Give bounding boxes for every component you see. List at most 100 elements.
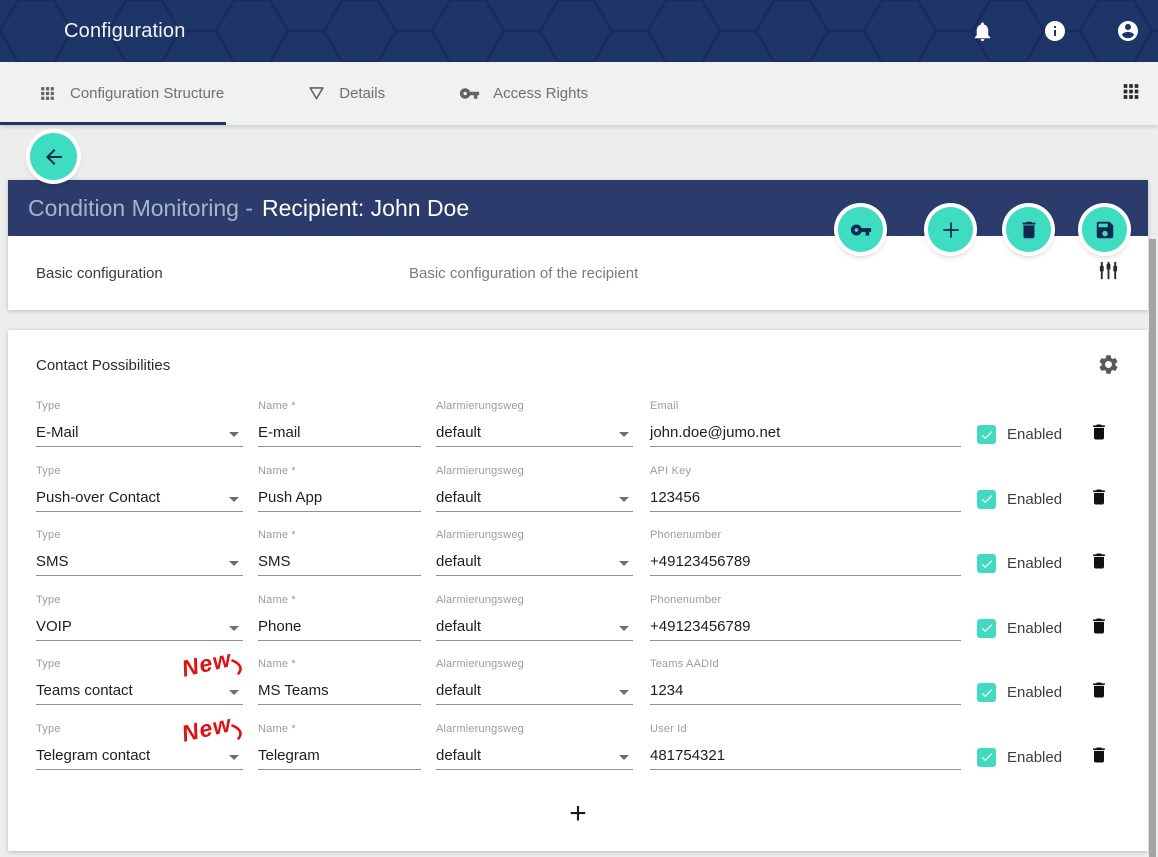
name-value: MS Teams — [258, 682, 329, 699]
type-value: Push-over Contact — [36, 489, 160, 506]
field-label: Alarmierungsweg — [436, 723, 633, 735]
field-label: Name * — [258, 400, 421, 412]
app-header: Configuration — [0, 0, 1158, 62]
field-label: Type — [36, 594, 243, 606]
configuration-page: Configuration Configuration Structure De… — [0, 0, 1158, 857]
info-icon[interactable] — [1043, 19, 1067, 43]
access-key-button[interactable] — [838, 207, 883, 252]
trash-icon — [1089, 422, 1109, 442]
vertical-scrollbar[interactable] — [1149, 239, 1156, 857]
name-input[interactable]: Name * Telegram — [258, 723, 421, 770]
alarm-value: default — [436, 618, 481, 635]
delete-row-button[interactable] — [1089, 487, 1109, 510]
alarm-route-select[interactable]: Alarmierungsweg default — [436, 594, 633, 641]
contact-row-email: Type E-Mail Name * E-mail Alarmierungswe… — [36, 400, 1120, 447]
banner-recipient: Recipient: John Doe — [262, 195, 469, 222]
enabled-label: Enabled — [1007, 620, 1062, 637]
type-value: Telegram contact — [36, 747, 150, 764]
notifications-bell-icon[interactable] — [970, 19, 994, 43]
field-label: Name * — [258, 658, 421, 670]
checkbox-checked-icon — [977, 748, 996, 767]
enabled-label: Enabled — [1007, 684, 1062, 701]
tab-configuration-structure[interactable]: Configuration Structure — [38, 84, 224, 103]
delete-row-button[interactable] — [1089, 551, 1109, 574]
checkbox-checked-icon — [977, 554, 996, 573]
type-select[interactable]: Type Teams contact — [36, 658, 243, 705]
add-button[interactable] — [928, 207, 973, 252]
trash-icon — [1089, 745, 1109, 765]
name-input[interactable]: Name * SMS — [258, 529, 421, 576]
type-value: SMS — [36, 553, 69, 570]
chevron-down-icon — [229, 432, 239, 437]
teams-aadid-field[interactable]: Teams AADId 1234 — [650, 658, 961, 705]
user-id-value: 481754321 — [650, 747, 725, 764]
alarm-value: default — [436, 489, 481, 506]
enabled-checkbox[interactable]: Enabled — [977, 683, 1062, 702]
type-select[interactable]: Type Push-over Contact — [36, 465, 243, 512]
page-title: Configuration — [64, 20, 186, 43]
field-label: Alarmierungsweg — [436, 529, 633, 541]
tab-access-rights[interactable]: Access Rights — [459, 83, 588, 104]
arrow-left-icon — [42, 145, 66, 169]
type-select[interactable]: Type VOIP — [36, 594, 243, 641]
name-input[interactable]: Name * MS Teams — [258, 658, 421, 705]
type-select[interactable]: Type E-Mail — [36, 400, 243, 447]
save-button[interactable] — [1082, 207, 1127, 252]
name-input[interactable]: Name * Push App — [258, 465, 421, 512]
delete-button[interactable] — [1006, 207, 1051, 252]
chevron-down-icon — [619, 497, 629, 502]
contact-row-telegram: New Type Telegram contact Name * Telegra… — [36, 723, 1120, 770]
add-contact-button[interactable]: + — [569, 799, 587, 829]
enabled-checkbox[interactable]: Enabled — [977, 619, 1062, 638]
phonenumber-field[interactable]: Phonenumber +49123456789 — [650, 594, 961, 641]
contact-rows: Type E-Mail Name * E-mail Alarmierungswe… — [36, 400, 1120, 788]
alarm-route-select[interactable]: Alarmierungsweg default — [436, 465, 633, 512]
tab-label: Details — [339, 85, 385, 102]
field-label: Name * — [258, 465, 421, 477]
tune-sliders-icon[interactable] — [1097, 259, 1120, 287]
account-icon[interactable] — [1116, 19, 1140, 43]
name-input[interactable]: Name * Phone — [258, 594, 421, 641]
delete-row-button[interactable] — [1089, 422, 1109, 445]
alarm-route-select[interactable]: Alarmierungsweg default — [436, 400, 633, 447]
checkbox-checked-icon — [977, 490, 996, 509]
plus-icon — [939, 218, 963, 242]
field-label: User Id — [650, 723, 961, 735]
contact-possibilities-card: Contact Possibilities Type E-Mail Name *… — [8, 330, 1148, 851]
basic-configuration-row: Basic configuration Basic configuration … — [8, 236, 1148, 310]
field-label: Phonenumber — [650, 594, 961, 606]
enabled-checkbox[interactable]: Enabled — [977, 748, 1062, 767]
delete-row-button[interactable] — [1089, 680, 1109, 703]
back-button[interactable] — [30, 133, 77, 180]
alarm-route-select[interactable]: Alarmierungsweg default — [436, 529, 633, 576]
chevron-down-icon — [619, 755, 629, 760]
contact-row-teams: New Type Teams contact Name * MS Teams A… — [36, 658, 1120, 705]
section-description: Basic configuration of the recipient — [409, 265, 638, 282]
type-select[interactable]: Type SMS — [36, 529, 243, 576]
name-value: E-mail — [258, 424, 301, 441]
field-label: Type — [36, 723, 243, 735]
enabled-checkbox[interactable]: Enabled — [977, 554, 1062, 573]
field-label: Name * — [258, 529, 421, 541]
chevron-down-icon — [229, 561, 239, 566]
enabled-checkbox[interactable]: Enabled — [977, 490, 1062, 509]
tab-details[interactable]: Details — [307, 84, 385, 103]
field-label: Type — [36, 465, 243, 477]
phonenumber-field[interactable]: Phonenumber +49123456789 — [650, 529, 961, 576]
name-input[interactable]: Name * E-mail — [258, 400, 421, 447]
api-key-field[interactable]: API Key 123456 — [650, 465, 961, 512]
field-label: API Key — [650, 465, 961, 477]
enabled-checkbox[interactable]: Enabled — [977, 425, 1062, 444]
key-icon — [459, 83, 480, 104]
alarm-route-select[interactable]: Alarmierungsweg default — [436, 658, 633, 705]
apps-grid-icon[interactable] — [1120, 80, 1142, 107]
type-select[interactable]: Type Telegram contact — [36, 723, 243, 770]
gear-icon[interactable] — [1097, 353, 1120, 381]
user-id-field[interactable]: User Id 481754321 — [650, 723, 961, 770]
email-field[interactable]: Email john.doe@jumo.net — [650, 400, 961, 447]
delete-row-button[interactable] — [1089, 745, 1109, 768]
alarm-route-select[interactable]: Alarmierungsweg default — [436, 723, 633, 770]
card-title: Contact Possibilities — [36, 357, 170, 374]
enabled-label: Enabled — [1007, 749, 1062, 766]
delete-row-button[interactable] — [1089, 616, 1109, 639]
